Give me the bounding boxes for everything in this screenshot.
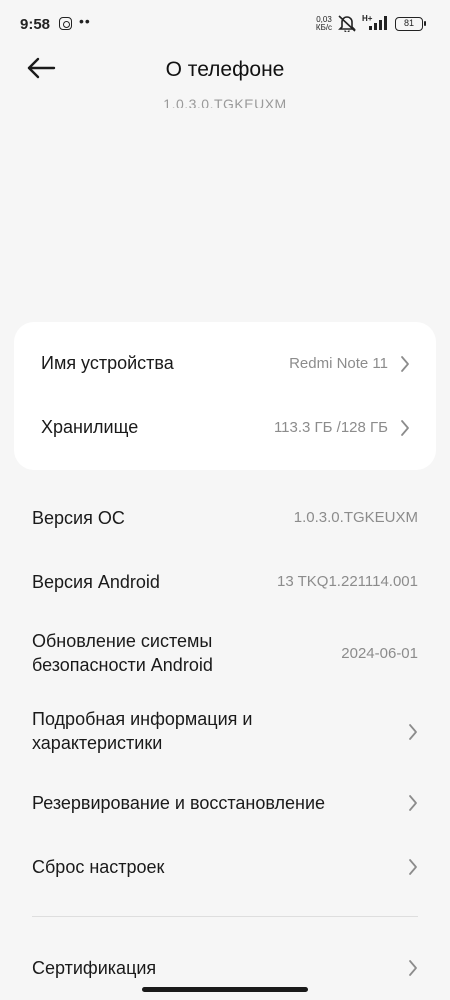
status-time: 9:58	[20, 16, 51, 33]
certification-label: Сертификация	[32, 958, 157, 978]
device-info-card: Имя устройства Redmi Note 11 Хранилище 1…	[14, 322, 436, 470]
android-version-label: Версия Android	[32, 572, 160, 592]
chevron-right-icon	[401, 356, 409, 372]
security-update-value: 2024-06-01	[341, 645, 418, 662]
os-version-value: 1.0.3.0.TGKEUXM	[293, 509, 418, 526]
about-phone-screen: 9:58 •• 0,03 КБ/с H+ 81 О телефоне 1.0.3…	[0, 0, 450, 1000]
backup-restore-label: Резервирование и восстановление	[32, 793, 326, 813]
certification-row[interactable]: Сертификация	[0, 943, 450, 991]
storage-label: Хранилище	[41, 417, 139, 437]
network-speed: 0,03 КБ/с	[313, 16, 335, 32]
security-update-label: Обновление системы безопасности Android	[32, 629, 213, 677]
os-version-row[interactable]: Версия ОС 1.0.3.0.TGKEUXM	[0, 494, 450, 542]
device-name-value: Redmi Note 11	[289, 355, 388, 372]
battery-icon: 81	[395, 17, 426, 31]
network-speed-unit: КБ/с	[315, 23, 333, 32]
section-divider	[32, 916, 418, 917]
page-title: О телефоне	[165, 58, 285, 81]
backup-restore-row[interactable]: Резервирование и восстановление	[0, 778, 450, 826]
home-indicator[interactable]	[142, 987, 308, 992]
os-version-label: Версия ОС	[32, 508, 125, 528]
chevron-right-icon	[409, 960, 417, 976]
storage-value: 113.3 ГБ /128 ГБ	[273, 419, 388, 436]
android-version-value: 13 TKQ1.221114.001	[277, 573, 418, 590]
security-update-label-line2: безопасности Android	[32, 655, 213, 675]
vibrate-off-icon	[338, 15, 356, 32]
more-dots-icon: ••	[79, 13, 91, 29]
battery-level: 81	[403, 18, 414, 28]
instagram-icon	[59, 17, 72, 30]
chevron-right-icon	[409, 859, 417, 875]
chevron-right-icon	[409, 724, 417, 740]
security-update-label-line1: Обновление системы	[32, 631, 213, 651]
detailed-info-label: Подробная информация и характеристики	[32, 707, 252, 755]
device-name-row[interactable]: Имя устройства Redmi Note 11	[14, 332, 436, 396]
detailed-info-label-line2: характеристики	[32, 733, 163, 753]
security-update-row[interactable]: Обновление системы безопасности Android …	[0, 622, 450, 686]
scrolled-version-text: 1.0.3.0.TGKEUXM	[163, 96, 287, 108]
status-bar: 9:58 •• 0,03 КБ/с H+ 81	[0, 0, 450, 48]
android-version-row[interactable]: Версия Android 13 TKQ1.221114.001	[0, 558, 450, 606]
device-name-label: Имя устройства	[41, 353, 174, 373]
signal-icon	[369, 16, 387, 30]
detailed-info-row[interactable]: Подробная информация и характеристики	[0, 700, 450, 764]
factory-reset-row[interactable]: Сброс настроек	[0, 842, 450, 890]
detailed-info-label-line1: Подробная информация и	[32, 709, 253, 729]
storage-row[interactable]: Хранилище 113.3 ГБ /128 ГБ	[14, 396, 436, 460]
chevron-right-icon	[401, 420, 409, 436]
chevron-right-icon	[409, 795, 417, 811]
top-app-bar: О телефоне	[0, 48, 450, 98]
factory-reset-label: Сброс настроек	[32, 857, 165, 877]
